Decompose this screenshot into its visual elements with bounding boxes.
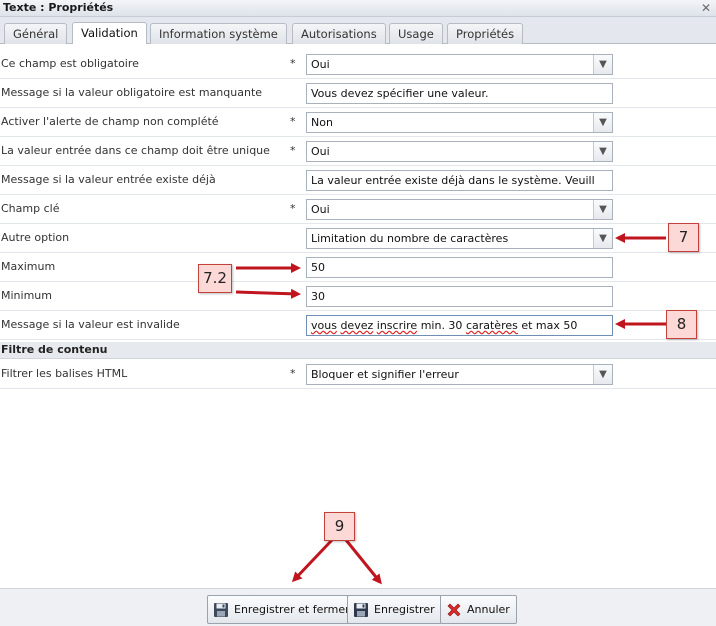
message-text: et max 50 <box>517 319 578 332</box>
callout-8: 8 <box>666 310 697 339</box>
required-marker: * <box>290 144 296 157</box>
floppy-disk-icon <box>214 603 228 617</box>
form-row-invalid-message: Message si la valeur est invalide vous d… <box>0 311 716 340</box>
button-label: Enregistrer et fermer <box>234 603 350 616</box>
field-label: Activer l'alerte de champ non complété <box>1 115 219 128</box>
field-label: La valeur entrée dans ce champ doit être… <box>1 144 270 157</box>
form-row-html-filter: Filtrer les balises HTML * Bloquer et si… <box>0 360 716 389</box>
field-label: Maximum <box>1 260 56 273</box>
close-icon[interactable]: ✕ <box>701 1 711 15</box>
footer-toolbar: Enregistrer et fermer Enregistrer Annule… <box>0 588 716 626</box>
key-field-select[interactable]: Oui ▼ <box>306 199 613 220</box>
misspelled-word: inscrire <box>376 319 418 332</box>
duplicate-message-input[interactable]: La valeur entrée existe déjà dans le sys… <box>306 170 613 191</box>
select-value: Oui <box>311 58 330 71</box>
required-select[interactable]: Oui ▼ <box>306 54 613 75</box>
red-x-icon <box>447 603 461 617</box>
chevron-down-icon[interactable]: ▼ <box>593 229 612 248</box>
invalid-message-input[interactable]: vous devez inscrire min. 30 caratères et… <box>306 315 613 336</box>
required-marker: * <box>290 202 296 215</box>
missing-value-message-input[interactable]: Vous devez spécifier une valeur. <box>306 83 613 104</box>
field-label: Filtrer les balises HTML <box>1 367 128 380</box>
misspelled-word: caratères <box>465 319 518 332</box>
tab-autorisations[interactable]: Autorisations <box>292 23 386 44</box>
chevron-down-icon[interactable]: ▼ <box>593 365 612 384</box>
unique-value-select[interactable]: Oui ▼ <box>306 141 613 162</box>
html-filter-select[interactable]: Bloquer et signifier l'erreur ▼ <box>306 364 613 385</box>
field-label: Message si la valeur entrée existe déjà <box>1 173 216 186</box>
select-value: Non <box>311 116 333 129</box>
select-value: Oui <box>311 203 330 216</box>
form-row-other-option: Autre option Limitation du nombre de car… <box>0 224 716 253</box>
select-value: Bloquer et signifier l'erreur <box>311 368 459 381</box>
field-label: Message si la valeur obligatoire est man… <box>1 86 263 99</box>
maximum-input[interactable]: 50 <box>306 257 613 278</box>
field-label: Minimum <box>1 289 52 302</box>
form-row-required: Ce champ est obligatoire * Oui ▼ <box>0 50 716 79</box>
button-label: Annuler <box>467 603 510 616</box>
form-row-minimum: Minimum 30 <box>0 282 716 311</box>
chevron-down-icon[interactable]: ▼ <box>593 142 612 161</box>
save-and-close-button[interactable]: Enregistrer et fermer <box>207 595 357 624</box>
form-row-key-field: Champ clé * Oui ▼ <box>0 195 716 224</box>
callout-7-2: 7.2 <box>198 264 232 293</box>
tab-general[interactable]: Général <box>4 23 68 44</box>
callout-9: 9 <box>324 512 355 541</box>
callout-7: 7 <box>668 223 699 252</box>
chevron-down-icon[interactable]: ▼ <box>593 200 612 219</box>
select-value: Oui <box>311 145 330 158</box>
form-row-missing-message: Message si la valeur obligatoire est man… <box>0 79 716 108</box>
tab-proprietes[interactable]: Propriétés <box>447 23 524 44</box>
window-title: Texte : Propriétés <box>3 1 114 14</box>
form-row-unique: La valeur entrée dans ce champ doit être… <box>0 137 716 166</box>
chevron-down-icon[interactable]: ▼ <box>593 113 612 132</box>
required-marker: * <box>290 367 296 380</box>
chevron-down-icon[interactable]: ▼ <box>593 55 612 74</box>
tab-strip: Général Validation Information système A… <box>0 17 716 44</box>
field-label: Champ clé <box>1 202 60 215</box>
form-row-incomplete-alert: Activer l'alerte de champ non complété *… <box>0 108 716 137</box>
annotation-arrow <box>344 539 382 585</box>
field-label: Ce champ est obligatoire <box>1 57 139 70</box>
tab-usage[interactable]: Usage <box>389 23 443 44</box>
save-button[interactable]: Enregistrer <box>347 595 442 624</box>
tab-information-systeme[interactable]: Information système <box>150 23 287 44</box>
field-label: Autre option <box>1 231 70 244</box>
misspelled-word: devez <box>340 319 374 332</box>
floppy-disk-icon <box>354 603 368 617</box>
form-row-duplicate-message: Message si la valeur entrée existe déjà … <box>0 166 716 195</box>
required-marker: * <box>290 115 296 128</box>
tab-validation[interactable]: Validation <box>72 22 147 44</box>
cancel-button[interactable]: Annuler <box>440 595 517 624</box>
annotation-arrow <box>291 538 334 583</box>
section-header-content-filter: Filtre de contenu <box>0 342 716 359</box>
form-row-maximum: Maximum 50 <box>0 253 716 282</box>
message-text: min. 30 <box>417 319 466 332</box>
window-title-bar: Texte : Propriétés ✕ <box>0 0 716 17</box>
button-label: Enregistrer <box>374 603 435 616</box>
misspelled-word: vous <box>311 319 337 332</box>
incomplete-alert-select[interactable]: Non ▼ <box>306 112 613 133</box>
required-marker: * <box>290 57 296 70</box>
other-option-select[interactable]: Limitation du nombre de caractères ▼ <box>306 228 613 249</box>
select-value: Limitation du nombre de caractères <box>311 232 509 245</box>
minimum-input[interactable]: 30 <box>306 286 613 307</box>
field-label: Message si la valeur est invalide <box>1 318 180 331</box>
